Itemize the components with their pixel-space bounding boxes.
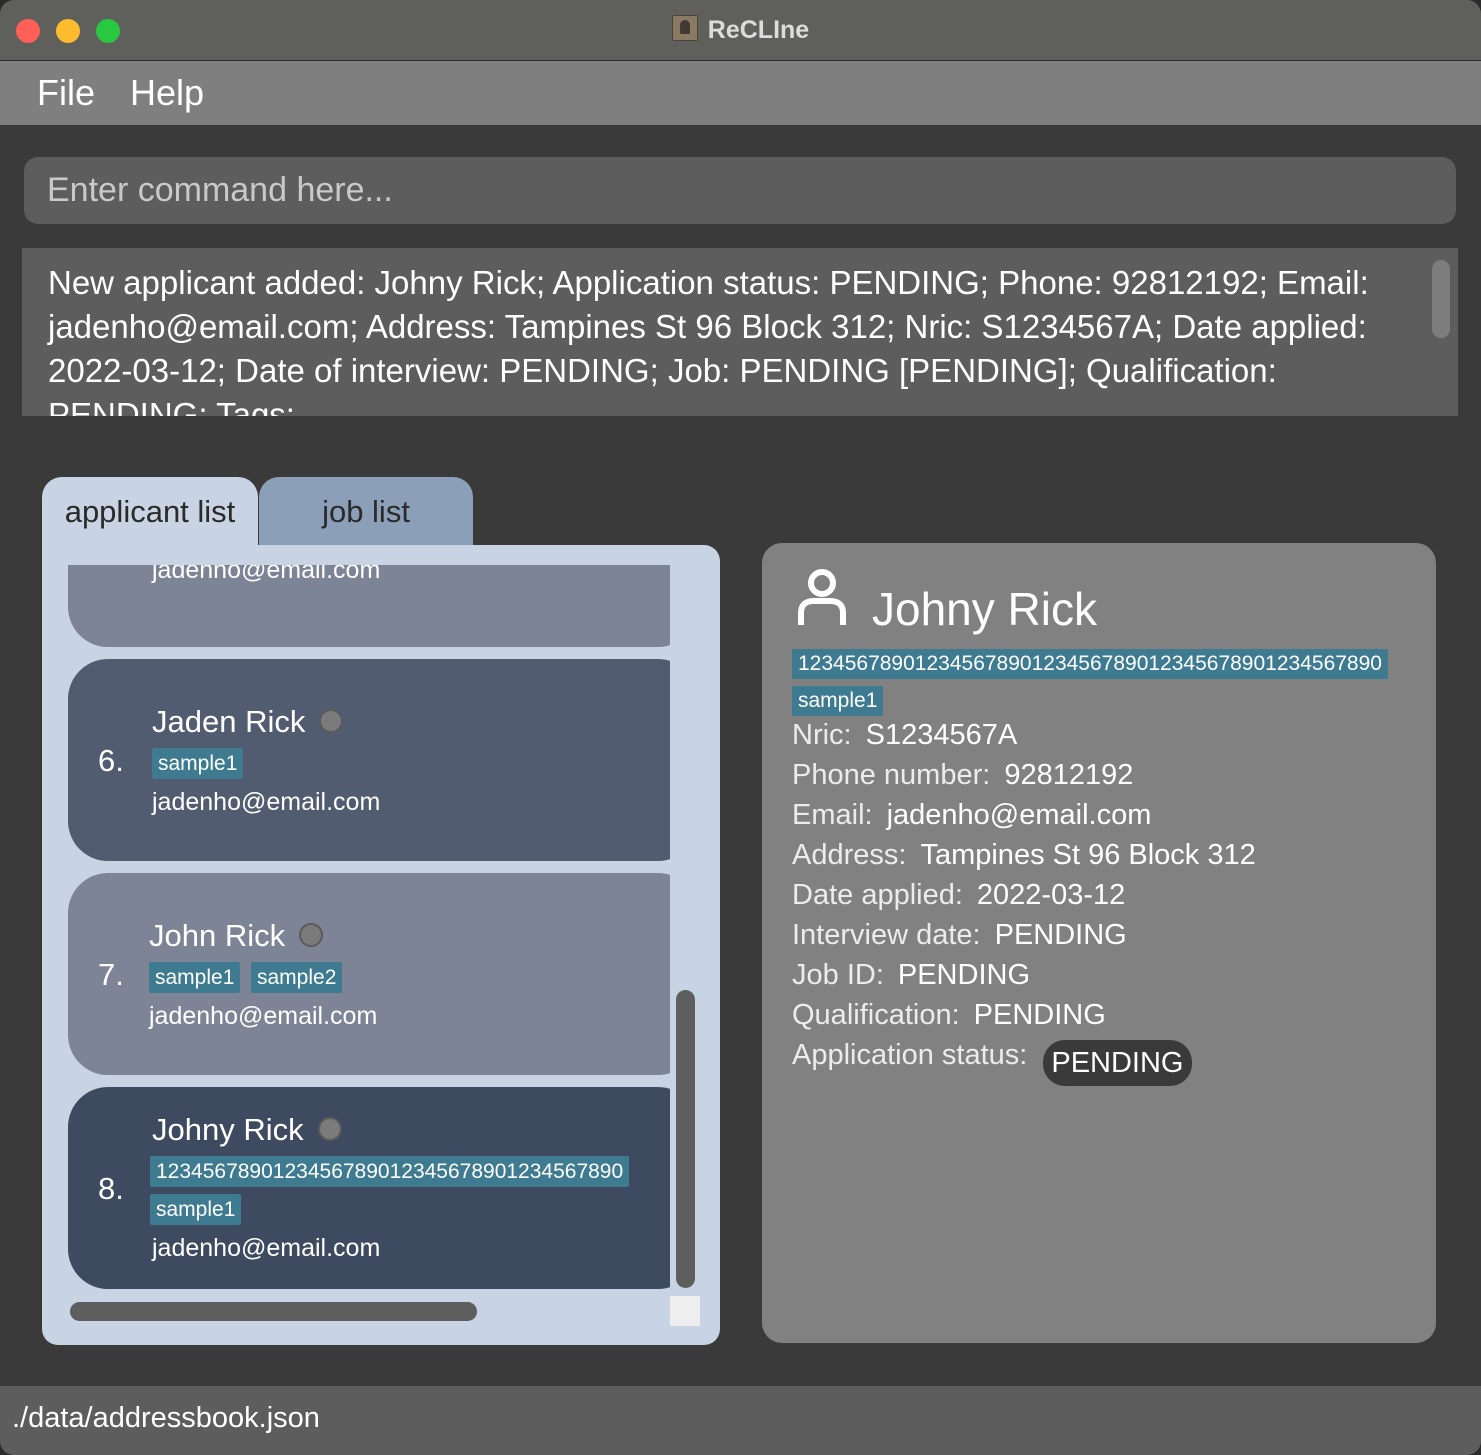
detail-qualification-row: Qualification: PENDING (792, 998, 1106, 1032)
horizontal-scrollbar[interactable] (70, 1302, 477, 1321)
detail-tag: 1234567890123456789012345678901234567890… (792, 649, 1388, 679)
tag: sample1 (149, 962, 241, 993)
interview-value: PENDING (994, 919, 1127, 951)
applicant-index: 7. (98, 957, 124, 992)
window-title: ReCLIne (707, 16, 810, 44)
job-label: Job ID: (792, 959, 884, 991)
applicant-email: jadenho@email.com (152, 1234, 381, 1262)
tab-applicant-list[interactable]: applicant list (42, 477, 258, 547)
vertical-scrollbar[interactable] (676, 990, 695, 1288)
applicant-name-row: Jaden Rick (152, 704, 344, 740)
applicant-list: jadenho@email.com 6. Jaden Rick sample1 … (68, 565, 670, 1323)
qualification-label: Qualification: (792, 999, 960, 1031)
applicant-index: 6. (98, 743, 124, 778)
scroll-corner (670, 1296, 700, 1326)
tag: sample1 (152, 748, 244, 779)
applicant-name: Jaden Rick (152, 704, 306, 739)
contact-book-icon (671, 15, 698, 41)
applicant-name: John Rick (149, 918, 286, 953)
data-file-path: ./data/addressbook.json (12, 1402, 320, 1434)
date-applied-value: 2022-03-12 (976, 879, 1126, 911)
phone-value: 92812192 (1004, 759, 1134, 791)
address-label: Address: (792, 839, 907, 871)
list-item[interactable]: 6. Jaden Rick sample1 jadenho@email.com (68, 659, 670, 861)
detail-status-row: Application status: PENDING (792, 1038, 1192, 1086)
date-applied-label: Date applied: (792, 879, 963, 911)
applicant-email: jadenho@email.com (152, 788, 381, 816)
list-item[interactable]: jadenho@email.com (68, 565, 670, 647)
email-label: Email: (792, 799, 873, 831)
detail-interview-row: Interview date: PENDING (792, 918, 1127, 952)
menu-bar: File Help (0, 61, 1481, 125)
tab-job-list[interactable]: job list (259, 477, 473, 547)
nric-value: S1234567A (865, 719, 1018, 751)
command-box (24, 157, 1456, 224)
applicant-name-row: Johny Rick (152, 1112, 342, 1148)
tag: sample2 (251, 962, 343, 993)
email-value: jadenho@email.com (886, 799, 1152, 831)
applicant-list-panel: jadenho@email.com 6. Jaden Rick sample1 … (42, 545, 720, 1345)
person-icon (798, 569, 846, 625)
tag: 1234567890123456789012345678901234567890 (150, 1156, 630, 1187)
interview-label: Interview date: (792, 919, 981, 951)
menu-help[interactable]: Help (130, 73, 204, 113)
menu-file[interactable]: File (37, 73, 95, 113)
status-bar: ./data/addressbook.json (0, 1386, 1481, 1455)
applicant-email: jadenho@email.com (149, 1002, 378, 1030)
phone-label: Phone number: (792, 759, 991, 791)
status-dot-icon (317, 1117, 342, 1141)
applicant-email: jadenho@email.com (152, 565, 381, 584)
window-title-group: ReCLIne (0, 14, 1481, 46)
list-item[interactable]: 8. Johny Rick 12345678901234567890123456… (68, 1087, 670, 1289)
detail-tag: sample1 (792, 686, 884, 716)
applicant-name-row: John Rick (149, 918, 324, 954)
qualification-value: PENDING (973, 999, 1106, 1031)
app-window: ReCLIne File Help New applicant added: J… (0, 0, 1481, 1455)
detail-name: Johny Rick (872, 583, 1097, 635)
applicant-name: Johny Rick (152, 1112, 304, 1147)
detail-phone-row: Phone number: 92812192 (792, 758, 1133, 792)
applicant-index: 8. (98, 1171, 124, 1206)
title-bar: ReCLIne (0, 0, 1481, 61)
detail-nric-row: Nric: S1234567A (792, 718, 1017, 752)
address-value: Tampines St 96 Block 312 (920, 839, 1256, 871)
applicant-detail-panel: Johny Rick 12345678901234567890123456789… (762, 543, 1436, 1343)
nric-label: Nric: (792, 719, 852, 751)
result-text: New applicant added: Johny Rick; Applica… (48, 264, 1369, 416)
tag: sample1 (150, 1194, 242, 1225)
status-dot-icon (319, 709, 344, 733)
detail-email-row: Email: jadenho@email.com (792, 798, 1151, 832)
result-scrollbar[interactable] (1432, 260, 1450, 338)
detail-date-applied-row: Date applied: 2022-03-12 (792, 878, 1125, 912)
list-item[interactable]: 7. John Rick sample1 sample2 jadenho@ema… (68, 873, 670, 1075)
result-display: New applicant added: Johny Rick; Applica… (22, 248, 1458, 416)
job-value: PENDING (897, 959, 1031, 991)
status-label: Application status: (792, 1039, 1028, 1071)
detail-job-row: Job ID: PENDING (792, 958, 1030, 992)
command-input[interactable] (24, 157, 1456, 224)
status-badge: PENDING (1043, 1040, 1192, 1086)
status-dot-icon (299, 923, 324, 947)
detail-address-row: Address: Tampines St 96 Block 312 (792, 838, 1256, 872)
